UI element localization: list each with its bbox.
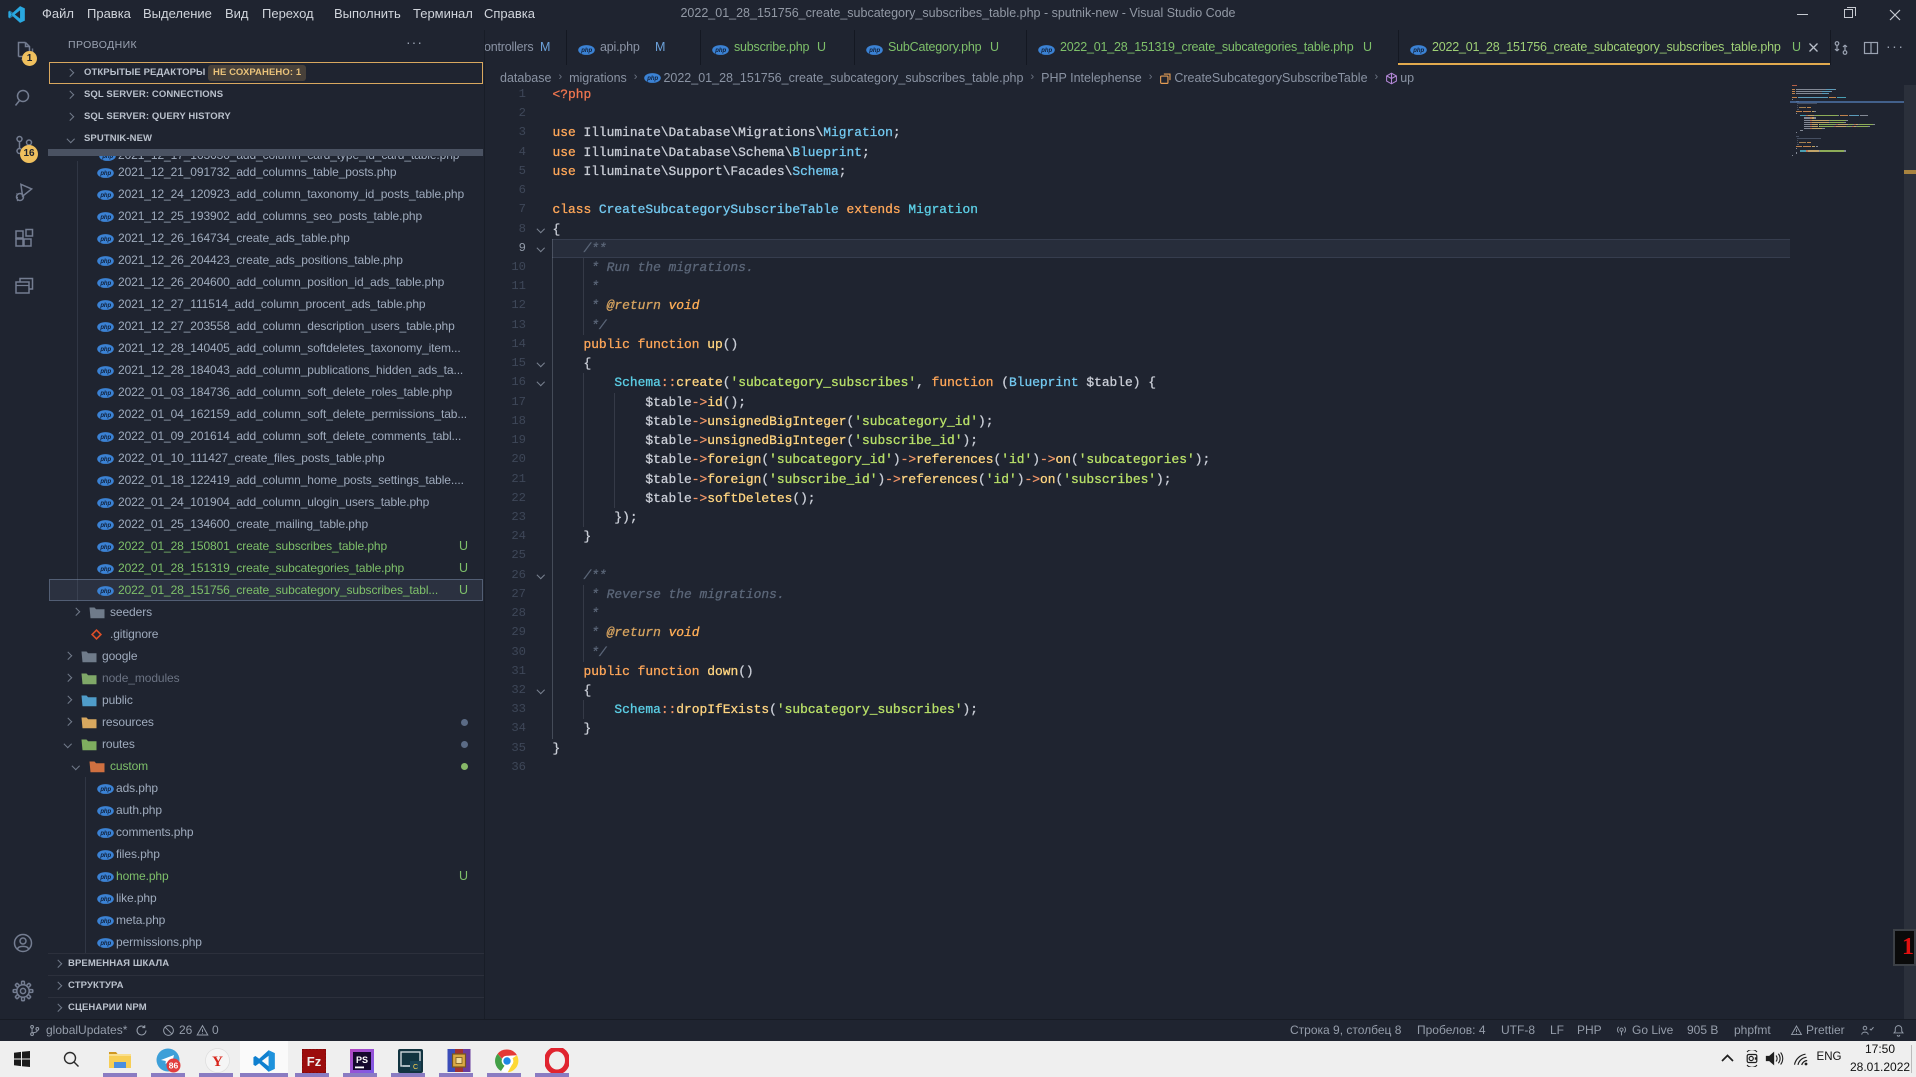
svg-text:php: php bbox=[99, 457, 111, 463]
svg-text:php: php bbox=[99, 501, 111, 507]
svg-text:php: php bbox=[580, 48, 592, 54]
svg-text:php: php bbox=[99, 919, 111, 925]
svg-text:php: php bbox=[99, 303, 111, 309]
svg-text:php: php bbox=[99, 479, 111, 485]
svg-text:php: php bbox=[647, 76, 659, 82]
svg-text:php: php bbox=[99, 523, 111, 529]
svg-text:php: php bbox=[99, 809, 111, 815]
svg-text:php: php bbox=[99, 545, 111, 551]
svg-text:php: php bbox=[99, 941, 111, 947]
svg-text:php: php bbox=[99, 259, 111, 265]
svg-text:Y: Y bbox=[212, 1054, 223, 1070]
svg-text:php: php bbox=[99, 567, 111, 573]
svg-text:Fz: Fz bbox=[307, 1054, 322, 1069]
svg-text:php: php bbox=[99, 171, 111, 177]
svg-text:php: php bbox=[99, 413, 111, 419]
svg-text:php: php bbox=[99, 435, 111, 441]
svg-text:php: php bbox=[99, 589, 111, 595]
svg-text:php: php bbox=[99, 875, 111, 881]
svg-text:86: 86 bbox=[169, 1060, 179, 1070]
svg-text:C: C bbox=[413, 1064, 418, 1071]
svg-text:php: php bbox=[99, 281, 111, 287]
svg-text:php: php bbox=[1040, 48, 1052, 54]
svg-text:PS: PS bbox=[356, 1055, 368, 1065]
svg-text:php: php bbox=[99, 831, 111, 837]
svg-text:php: php bbox=[99, 369, 111, 375]
svg-text:php: php bbox=[99, 347, 111, 353]
svg-text:php: php bbox=[1412, 48, 1424, 54]
svg-text:php: php bbox=[99, 787, 111, 793]
svg-text:php: php bbox=[714, 48, 726, 54]
svg-text:php: php bbox=[99, 897, 111, 903]
svg-text:php: php bbox=[99, 215, 111, 221]
svg-text:php: php bbox=[99, 325, 111, 331]
svg-text:php: php bbox=[99, 391, 111, 397]
svg-text:php: php bbox=[99, 237, 111, 243]
svg-text:php: php bbox=[99, 193, 111, 199]
svg-text:php: php bbox=[868, 48, 880, 54]
svg-text:php: php bbox=[99, 853, 111, 859]
